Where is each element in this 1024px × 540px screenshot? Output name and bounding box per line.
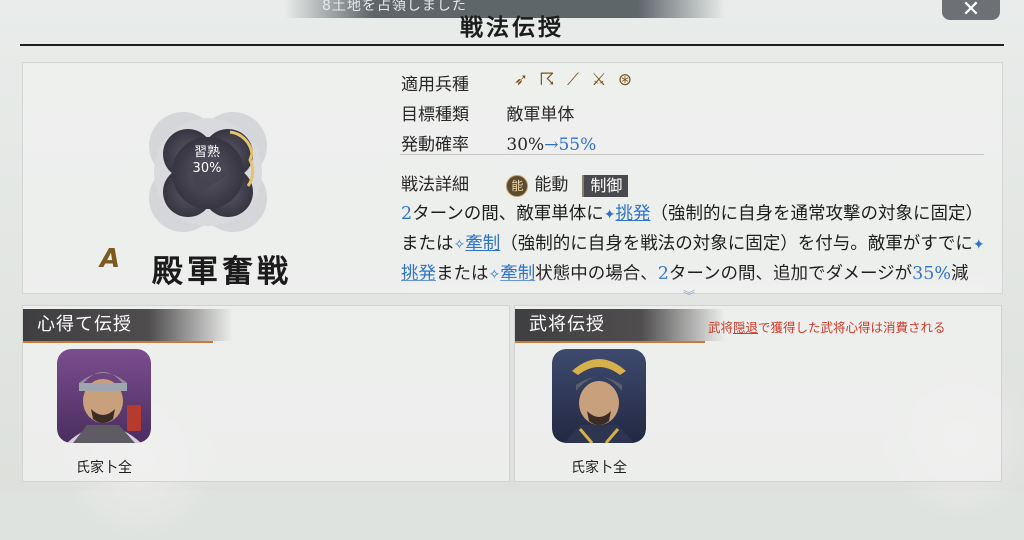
taunt-icon: ✦: [603, 207, 616, 223]
target-row: 目標種類 敵軍単体: [401, 100, 574, 125]
commander-portrait[interactable]: [57, 349, 151, 443]
probability-arrow: →: [544, 135, 559, 155]
unit-types-label: 適用兵種: [401, 75, 469, 95]
close-button[interactable]: ✕: [942, 0, 1000, 22]
proficiency-label: 習熟 30%: [192, 145, 222, 176]
wheel-icon: ⊛: [617, 70, 633, 90]
restrain-keyword[interactable]: 牽制: [465, 234, 500, 254]
taunt-icon: ✦: [972, 237, 985, 253]
skill-rank: A: [100, 244, 121, 274]
target-value: 敵軍単体: [506, 105, 575, 125]
ability-badge-icon: 能: [506, 174, 529, 197]
info-divider: [400, 154, 984, 155]
probability-upgraded: 55%: [558, 135, 597, 155]
retire-note: 武将隠退で獲得した武将心得は消費される: [708, 320, 946, 335]
musket-icon: ⟋: [567, 70, 579, 90]
probability-row: 発動確率 30%→55%: [401, 130, 596, 155]
inherit-panel-header: 心得て伝授: [23, 309, 233, 343]
unit-type-icons: ➶ ☈ ⟋ ⚔ ⊛: [510, 70, 640, 90]
detail-label: 戦法詳細: [401, 175, 469, 195]
header-divider: [20, 44, 1004, 46]
commander-name: 氏家卜全: [76, 460, 132, 476]
ability-type: 能動: [534, 175, 569, 195]
retire-link[interactable]: 隠退: [733, 320, 758, 335]
general-name: 氏家卜全: [571, 460, 627, 476]
probability-base: 30%: [506, 135, 545, 155]
unit-types-row: 適用兵種: [401, 70, 501, 95]
bow-icon: ☈: [539, 70, 555, 90]
general-portrait[interactable]: [552, 349, 646, 443]
skill-name: 殿軍奮戦: [152, 254, 292, 290]
target-label: 目標種類: [401, 105, 469, 125]
probability-label: 発動確率: [401, 135, 469, 155]
page-title: 戦法伝授: [460, 14, 564, 41]
detail-row: 戦法詳細 能能動 制御: [401, 170, 629, 197]
scroll-down-icon[interactable]: ︾: [683, 287, 695, 304]
spear-icon: ➶: [513, 70, 529, 90]
restrain-icon: ✧: [453, 237, 466, 253]
category-tag: 制御: [582, 174, 629, 197]
taunt-keyword[interactable]: 挑発: [616, 204, 651, 224]
general-panel-header: 武将伝授: [515, 309, 725, 343]
close-icon[interactable]: ✕: [962, 0, 980, 22]
sword-icon: ⚔: [591, 70, 607, 90]
